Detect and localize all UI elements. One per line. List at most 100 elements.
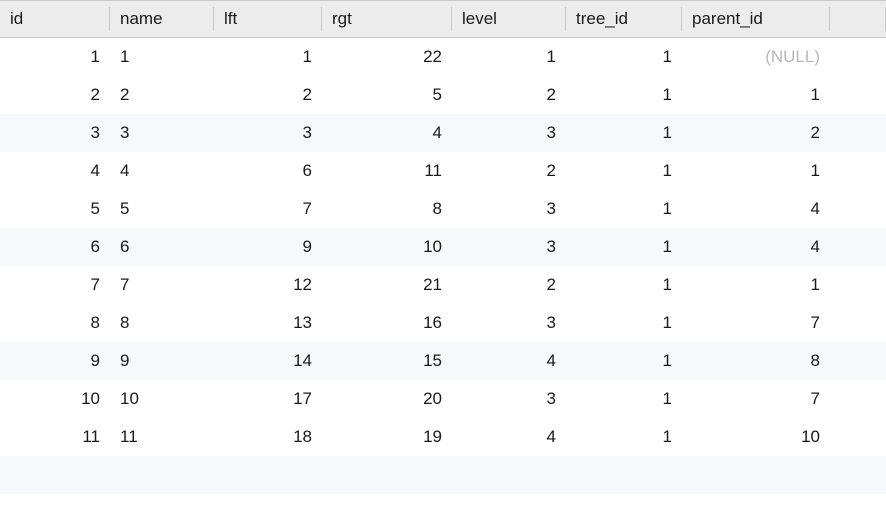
column-header-parent-id[interactable]: parent_id xyxy=(682,1,830,38)
cell-rgt[interactable]: 19 xyxy=(322,418,452,456)
cell-level[interactable]: 3 xyxy=(452,304,566,342)
cell-level[interactable]: 3 xyxy=(452,228,566,266)
cell-lft[interactable]: 2 xyxy=(214,76,322,114)
cell-rgt[interactable]: 16 xyxy=(322,304,452,342)
cell-tree_id[interactable]: 1 xyxy=(566,380,682,418)
cell-level[interactable]: 4 xyxy=(452,418,566,456)
cell-tree_id[interactable]: 1 xyxy=(566,152,682,190)
cell-pad xyxy=(830,266,886,304)
cell-lft[interactable]: 14 xyxy=(214,342,322,380)
cell-parent_id[interactable]: 2 xyxy=(682,114,830,152)
cell-level[interactable]: 3 xyxy=(452,114,566,152)
cell-name[interactable]: 5 xyxy=(110,190,214,228)
cell-lft[interactable]: 13 xyxy=(214,304,322,342)
column-header-level[interactable]: level xyxy=(452,1,566,38)
cell-rgt[interactable]: 11 xyxy=(322,152,452,190)
cell-parent_id[interactable]: 7 xyxy=(682,380,830,418)
table-row[interactable]: 111118194110 xyxy=(0,418,886,456)
cell-parent_id[interactable]: 1 xyxy=(682,266,830,304)
cell-lft[interactable]: 9 xyxy=(214,228,322,266)
cell-parent_id[interactable]: 1 xyxy=(682,152,830,190)
cell-tree_id[interactable]: 1 xyxy=(566,304,682,342)
cell-parent_id[interactable]: 7 xyxy=(682,304,830,342)
cell-tree_id[interactable]: 1 xyxy=(566,190,682,228)
cell-lft[interactable]: 3 xyxy=(214,114,322,152)
cell-id[interactable]: 9 xyxy=(0,342,110,380)
table-row[interactable]: 44611211 xyxy=(0,152,886,190)
column-header-rgt[interactable]: rgt xyxy=(322,1,452,38)
table-row[interactable]: 2225211 xyxy=(0,76,886,114)
cell-level[interactable]: 1 xyxy=(452,38,566,76)
cell-level[interactable]: 2 xyxy=(452,266,566,304)
table-row[interactable]: 1112211(NULL) xyxy=(0,38,886,76)
cell-name[interactable]: 9 xyxy=(110,342,214,380)
cell-id[interactable]: 5 xyxy=(0,190,110,228)
cell-name[interactable]: 7 xyxy=(110,266,214,304)
cell-level[interactable]: 2 xyxy=(452,76,566,114)
cell-rgt[interactable]: 4 xyxy=(322,114,452,152)
cell-lft[interactable]: 18 xyxy=(214,418,322,456)
cell-parent_id[interactable]: (NULL) xyxy=(682,38,830,76)
cell-tree_id[interactable]: 1 xyxy=(566,228,682,266)
cell-id[interactable]: 7 xyxy=(0,266,110,304)
cell-pad xyxy=(830,380,886,418)
cell-rgt[interactable]: 21 xyxy=(322,266,452,304)
cell-level[interactable]: 2 xyxy=(452,152,566,190)
column-header-id[interactable]: id xyxy=(0,1,110,38)
cell-rgt[interactable]: 20 xyxy=(322,380,452,418)
cell-name[interactable]: 4 xyxy=(110,152,214,190)
cell-rgt[interactable]: 22 xyxy=(322,38,452,76)
cell-lft[interactable]: 1 xyxy=(214,38,322,76)
column-header-tree-id[interactable]: tree_id xyxy=(566,1,682,38)
cell-id[interactable]: 1 xyxy=(0,38,110,76)
cell-tree_id[interactable]: 1 xyxy=(566,266,682,304)
table-row[interactable]: 771221211 xyxy=(0,266,886,304)
cell-lft[interactable]: 12 xyxy=(214,266,322,304)
cell-id[interactable]: 10 xyxy=(0,380,110,418)
cell-name[interactable]: 2 xyxy=(110,76,214,114)
cell-level[interactable]: 4 xyxy=(452,342,566,380)
cell-tree_id[interactable]: 1 xyxy=(566,76,682,114)
cell-level[interactable]: 3 xyxy=(452,190,566,228)
cell-tree_id[interactable]: 1 xyxy=(566,38,682,76)
cell-name[interactable]: 3 xyxy=(110,114,214,152)
table-row[interactable]: 3334312 xyxy=(0,114,886,152)
cell-parent_id[interactable]: 1 xyxy=(682,76,830,114)
cell-parent_id[interactable]: 4 xyxy=(682,190,830,228)
cell-pad xyxy=(830,152,886,190)
column-header-name[interactable]: name xyxy=(110,1,214,38)
cell-name[interactable]: 8 xyxy=(110,304,214,342)
table-row-empty xyxy=(0,456,886,494)
cell-id[interactable]: 3 xyxy=(0,114,110,152)
cell-lft[interactable]: 7 xyxy=(214,190,322,228)
cell-id[interactable]: 11 xyxy=(0,418,110,456)
cell-tree_id[interactable]: 1 xyxy=(566,418,682,456)
cell-parent_id[interactable]: 4 xyxy=(682,228,830,266)
table-row[interactable]: 991415418 xyxy=(0,342,886,380)
cell-lft[interactable]: 17 xyxy=(214,380,322,418)
cell-parent_id[interactable]: 8 xyxy=(682,342,830,380)
cell-rgt[interactable]: 10 xyxy=(322,228,452,266)
cell-tree_id[interactable]: 1 xyxy=(566,342,682,380)
cell-rgt[interactable]: 15 xyxy=(322,342,452,380)
cell-rgt[interactable]: 5 xyxy=(322,76,452,114)
column-header-lft[interactable]: lft xyxy=(214,1,322,38)
table-row[interactable]: 66910314 xyxy=(0,228,886,266)
cell-id[interactable]: 2 xyxy=(0,76,110,114)
cell-parent_id[interactable]: 10 xyxy=(682,418,830,456)
cell-name[interactable]: 11 xyxy=(110,418,214,456)
cell-tree_id[interactable]: 1 xyxy=(566,114,682,152)
cell-lft[interactable]: 6 xyxy=(214,152,322,190)
cell-level[interactable]: 3 xyxy=(452,380,566,418)
table-row[interactable]: 5578314 xyxy=(0,190,886,228)
table-row[interactable]: 881316317 xyxy=(0,304,886,342)
table-row[interactable]: 10101720317 xyxy=(0,380,886,418)
cell-name[interactable]: 1 xyxy=(110,38,214,76)
cell-name[interactable]: 6 xyxy=(110,228,214,266)
cell-id[interactable]: 4 xyxy=(0,152,110,190)
table-body: 1112211(NULL)222521133343124461121155783… xyxy=(0,38,886,494)
cell-id[interactable]: 8 xyxy=(0,304,110,342)
cell-rgt[interactable]: 8 xyxy=(322,190,452,228)
cell-name[interactable]: 10 xyxy=(110,380,214,418)
cell-id[interactable]: 6 xyxy=(0,228,110,266)
